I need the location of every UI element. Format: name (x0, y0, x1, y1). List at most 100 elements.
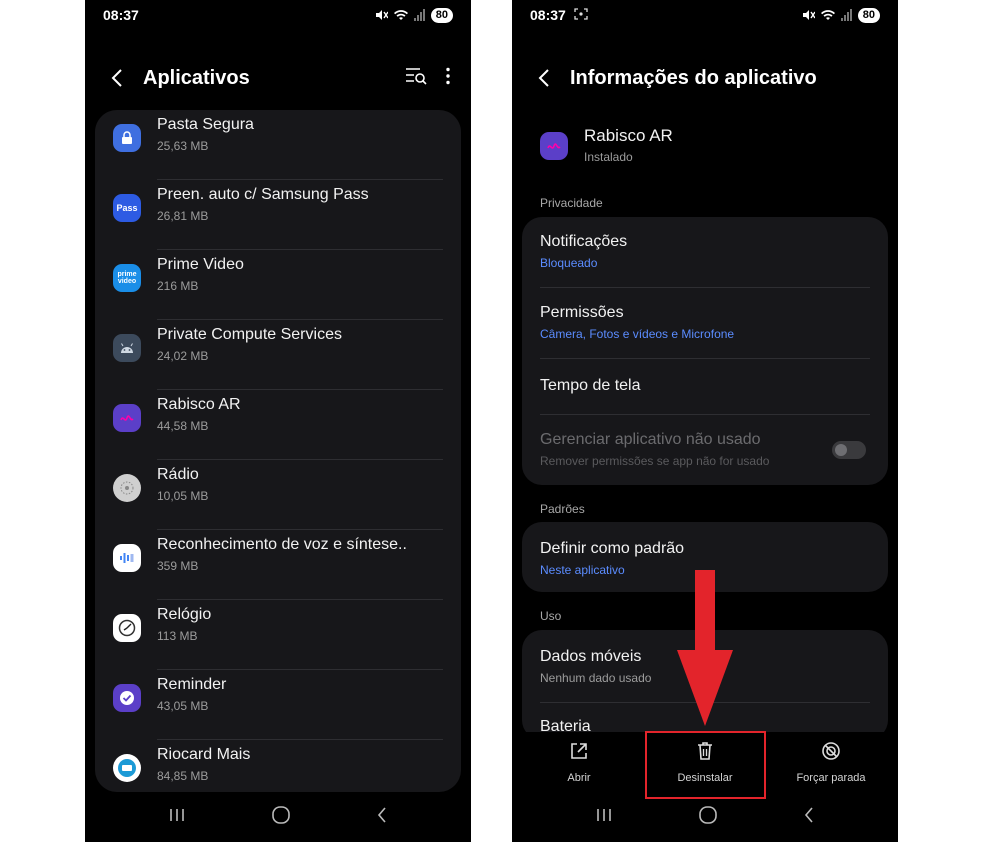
app-row-prime-video[interactable]: prime video Prime Video 216 MB (95, 250, 461, 320)
status-time: 08:37 (103, 7, 139, 23)
app-name: Private Compute Services (157, 326, 342, 343)
app-size: 10,05 MB (157, 489, 209, 503)
home-icon (699, 805, 717, 824)
mute-icon (801, 8, 815, 22)
android-icon (113, 334, 141, 362)
app-name: Riocard Mais (157, 746, 251, 763)
open-label: Abrir (567, 772, 591, 784)
prime-video-icon: prime video (113, 264, 141, 292)
app-size: 84,85 MB (157, 769, 209, 783)
rabisco-ar-icon (540, 132, 568, 160)
clock-icon (113, 614, 141, 642)
navigation-bar (85, 792, 471, 842)
more-vertical-icon (446, 67, 450, 84)
item-divider (540, 287, 870, 288)
item-divider (540, 414, 870, 415)
unused-app-toggle (832, 441, 866, 459)
battery-badge: 80 (430, 7, 453, 23)
recent-apps-icon (169, 808, 184, 821)
recent-apps-icon (596, 808, 611, 821)
wifi-icon (820, 9, 836, 21)
chevron-left-icon (111, 69, 122, 87)
apps-list-screen: 08:37 80 Aplicativos Pasta Segura 25,63 … (85, 0, 471, 842)
open-button[interactable]: Abrir (524, 732, 634, 784)
app-row-voice-recognition[interactable]: Reconhecimento de voz e síntese.. 359 MB (95, 530, 461, 600)
home-button[interactable] (698, 805, 718, 830)
permissions-value: Câmera, Fotos e vídeos e Microfone (540, 327, 735, 341)
filter-search-button[interactable] (405, 67, 427, 90)
app-row-pasta-segura[interactable]: Pasta Segura 25,63 MB (95, 110, 461, 180)
screenshot-icon (574, 7, 588, 23)
apps-list: Pasta Segura 25,63 MB Pass Preen. auto c… (95, 110, 461, 792)
app-name: Reminder (157, 676, 227, 693)
samsung-pass-icon: Pass (113, 194, 141, 222)
app-size: 43,05 MB (157, 699, 209, 713)
riocard-icon (113, 754, 141, 782)
back-button[interactable] (105, 66, 129, 90)
status-bar: 08:37 80 (85, 0, 471, 30)
recent-apps-button[interactable] (168, 807, 186, 828)
red-arrow-annotation (677, 570, 733, 726)
app-row-radio[interactable]: Rádio 10,05 MB (95, 460, 461, 530)
app-size: 359 MB (157, 559, 199, 573)
app-row-clock[interactable]: Relógio 113 MB (95, 600, 461, 670)
app-header: Rabisco AR Instalado (540, 124, 870, 170)
recent-apps-button[interactable] (595, 807, 613, 828)
app-state: Instalado (584, 150, 633, 164)
app-name: Rádio (157, 466, 199, 483)
force-stop-button[interactable]: Forçar parada (776, 732, 886, 784)
status-time: 08:37 (530, 7, 566, 23)
screen-time-item[interactable]: Tempo de tela (540, 377, 870, 395)
page-title: Informações do aplicativo (570, 66, 817, 89)
unused-app-value: Remover permissões se app não for usado (540, 454, 770, 468)
force-stop-label: Forçar parada (796, 772, 866, 784)
app-name: Relógio (157, 606, 212, 623)
more-options-button[interactable] (445, 67, 451, 90)
filter-search-icon (406, 67, 427, 85)
app-name: Reconhecimento de voz e síntese.. (157, 536, 407, 553)
unused-app-label: Gerenciar aplicativo não usado (540, 431, 761, 448)
notifications-value: Bloqueado (540, 256, 598, 270)
app-size: 216 MB (157, 279, 199, 293)
home-button[interactable] (271, 805, 291, 830)
lock-folder-icon (113, 124, 141, 152)
app-size: 113 MB (157, 629, 198, 643)
app-row-rabisco-ar[interactable]: Rabisco AR 44,58 MB (95, 390, 461, 460)
app-row-samsung-pass[interactable]: Pass Preen. auto c/ Samsung Pass 26,81 M… (95, 180, 461, 250)
voice-recognition-icon (113, 544, 141, 572)
chevron-left-icon (538, 69, 549, 87)
unused-app-item: Gerenciar aplicativo não usado Remover p… (540, 431, 818, 468)
app-name: Pasta Segura (157, 116, 254, 133)
signal-icon (840, 9, 853, 21)
section-privacy: Privacidade (540, 196, 603, 210)
nav-back-button[interactable] (803, 806, 815, 829)
app-row-riocard[interactable]: Riocard Mais 84,85 MB (95, 740, 461, 792)
privacy-card: Notificações Bloqueado Permissões Câmera… (522, 217, 888, 485)
navigation-bar (512, 792, 898, 842)
reminder-icon (113, 684, 141, 712)
signal-icon (413, 9, 426, 21)
app-row-private-compute[interactable]: Private Compute Services 24,02 MB (95, 320, 461, 390)
app-name: Rabisco AR (584, 126, 673, 145)
back-arrow-icon (378, 806, 386, 823)
back-button[interactable] (532, 66, 556, 90)
rabisco-ar-icon (113, 404, 141, 432)
status-bar: 08:37 80 (512, 0, 898, 30)
uninstall-highlight-box (645, 731, 766, 799)
app-size: 44,58 MB (157, 419, 209, 433)
app-name: Prime Video (157, 256, 244, 273)
top-bar: Aplicativos (85, 56, 471, 100)
home-icon (272, 805, 290, 824)
app-size: 26,81 MB (157, 209, 209, 223)
page-title: Aplicativos (143, 66, 250, 89)
app-name: Preen. auto c/ Samsung Pass (157, 186, 369, 203)
notifications-item[interactable]: Notificações Bloqueado (540, 233, 870, 270)
battery-badge: 80 (857, 7, 880, 23)
app-size: 24,02 MB (157, 349, 209, 363)
nav-back-button[interactable] (376, 806, 388, 829)
permissions-label: Permissões (540, 304, 624, 321)
permissions-item[interactable]: Permissões Câmera, Fotos e vídeos e Micr… (540, 304, 870, 341)
open-external-icon (524, 738, 634, 764)
app-row-reminder[interactable]: Reminder 43,05 MB (95, 670, 461, 740)
radio-icon (113, 474, 141, 502)
